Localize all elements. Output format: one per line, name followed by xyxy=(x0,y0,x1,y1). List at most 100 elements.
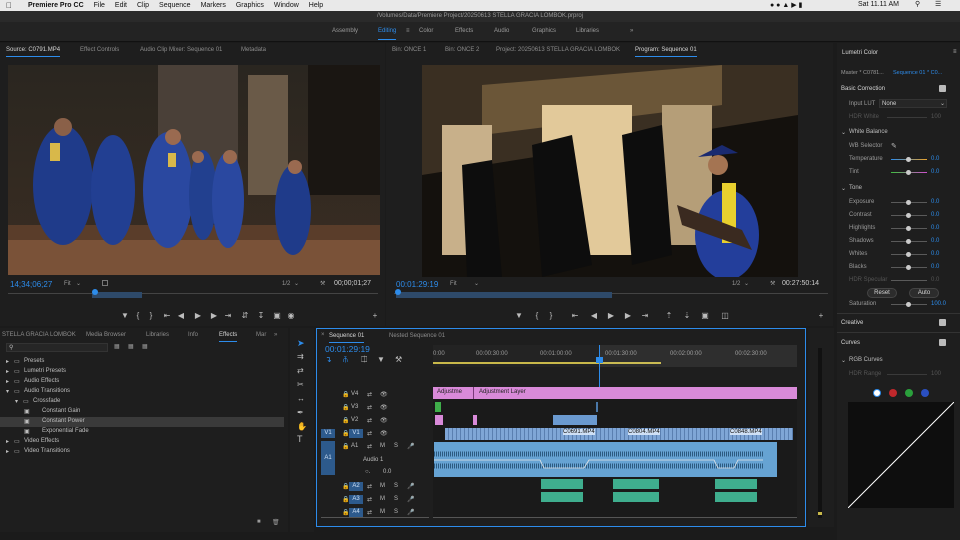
disclosure-triangle-icon[interactable]: ▸ xyxy=(6,378,9,385)
add-marker-icon[interactable]: ▼ xyxy=(377,355,385,364)
timeline-settings-icon[interactable]: ⚒ xyxy=(395,355,402,364)
selection-tool-icon[interactable]: ➤ xyxy=(297,338,305,349)
disclosure-triangle-icon[interactable]: ▸ xyxy=(6,448,9,455)
workspace-effects[interactable]: Effects xyxy=(455,28,473,34)
track-name-a4[interactable]: A4 xyxy=(349,508,363,517)
sync-icon[interactable]: ⇄ xyxy=(367,483,372,490)
tab-effect-controls[interactable]: Effect Controls xyxy=(80,47,119,53)
effects-tree-item[interactable]: ▣ Constant Power xyxy=(0,417,284,427)
solo-button[interactable]: S xyxy=(394,483,398,489)
type-tool-icon[interactable]: T xyxy=(297,434,303,444)
workspace-assembly[interactable]: Assembly xyxy=(332,28,358,34)
temperature-value[interactable]: 0.0 xyxy=(931,156,939,162)
clip-audio-1-end[interactable] xyxy=(763,442,777,477)
eye-icon[interactable]: 👁 xyxy=(380,391,388,398)
audio-value[interactable]: 0.0 xyxy=(383,469,391,475)
track-name-a1[interactable]: A1 xyxy=(351,443,358,449)
lock-icon[interactable]: 🔒 xyxy=(342,391,349,398)
effects-tree-item[interactable]: ▣ Constant Gain xyxy=(0,407,284,417)
source-mark-in-icon[interactable]: { xyxy=(133,311,143,320)
tone-slider[interactable] xyxy=(891,226,927,231)
clip-a2[interactable] xyxy=(613,479,659,489)
menu-help[interactable]: Help xyxy=(309,2,323,9)
source-camera-icon[interactable]: ◉ xyxy=(286,311,296,320)
tab-markers[interactable]: Mar xyxy=(256,332,266,338)
clip-adjustment-layer[interactable]: Adjustme Adjustment Layer xyxy=(433,387,797,399)
effect-icon[interactable]: ▣ xyxy=(24,408,30,415)
solo-button[interactable]: S xyxy=(394,496,398,502)
menubar-clock[interactable]: Sat 11.11 AM xyxy=(858,1,899,8)
tone-value[interactable]: 0.0 xyxy=(931,238,939,244)
temperature-knob[interactable] xyxy=(906,157,911,162)
section-creative[interactable]: Creative xyxy=(841,320,863,326)
effects-tree-item[interactable]: ▸ ▭ Video Effects xyxy=(0,437,284,447)
program-step-forward-icon[interactable]: ▶ xyxy=(623,311,633,320)
effects-tree-item[interactable]: ▸ ▭ Video Transitions xyxy=(0,447,284,457)
eye-icon[interactable]: 👁 xyxy=(380,417,388,424)
disclosure-triangle-icon[interactable]: ▸ xyxy=(6,438,9,445)
tab-sequence-01[interactable]: Sequence 01 xyxy=(329,333,365,343)
clip-label-c0848[interactable]: C0848.MP4 xyxy=(730,429,762,435)
clip-a2[interactable] xyxy=(541,479,583,489)
source-fit-chevron-icon[interactable]: ⌄ xyxy=(76,280,81,287)
tint-slider[interactable] xyxy=(891,170,927,175)
sync-icon[interactable]: ⇄ xyxy=(367,430,372,437)
tone-value[interactable]: 0.0 xyxy=(931,251,939,257)
keyframe-nav-icon[interactable]: ○. xyxy=(365,469,370,475)
rgb-curves-chevron-icon[interactable]: ⌄ xyxy=(841,357,846,364)
track-name-a2[interactable]: A2 xyxy=(349,482,363,491)
clip-a2[interactable] xyxy=(715,479,757,489)
source-mark-out-icon[interactable]: } xyxy=(146,311,156,320)
source-insert-icon[interactable]: ⇵ xyxy=(240,311,250,320)
tab-project[interactable]: Project: 20250613 STELLA GRACIA LOMBOK xyxy=(496,47,620,53)
mute-button[interactable]: M xyxy=(380,509,385,515)
disclosure-triangle-icon[interactable]: ▸ xyxy=(6,358,9,365)
program-fit-select[interactable]: Fit xyxy=(450,281,457,287)
editing-menu-icon[interactable]: ≡ xyxy=(406,28,410,34)
tone-slider[interactable] xyxy=(891,265,927,270)
eye-icon[interactable]: 👁 xyxy=(380,404,388,411)
clip-v3[interactable] xyxy=(596,402,598,412)
source-goto-in-icon[interactable]: ⇤ xyxy=(162,311,172,320)
program-step-back-icon[interactable]: ◀ xyxy=(589,311,599,320)
tint-value[interactable]: 0.0 xyxy=(931,169,939,175)
tint-knob[interactable] xyxy=(906,170,911,175)
menu-app[interactable]: Premiere Pro CC xyxy=(28,2,84,9)
source-step-forward-icon[interactable]: ▶ xyxy=(209,311,219,320)
clip-v2-adjust[interactable] xyxy=(435,415,443,425)
menu-clip[interactable]: Clip xyxy=(137,2,149,9)
status-icons[interactable]: ● ● ▲ ▶ ▮ xyxy=(770,1,802,9)
nest-toggle-icon[interactable]: ↴ xyxy=(325,355,332,364)
effect-icon[interactable]: ▣ xyxy=(24,418,30,425)
program-playhead[interactable] xyxy=(395,289,401,295)
timeline-lanes[interactable]: Adjustme Adjustment Layer C0691.MP4 C080… xyxy=(433,387,797,517)
tone-knob[interactable] xyxy=(906,265,911,270)
source-step-back-icon[interactable]: ◀ xyxy=(176,311,186,320)
tone-slider[interactable] xyxy=(891,252,927,257)
sync-icon[interactable]: ⇄ xyxy=(367,443,372,450)
lock-icon[interactable]: 🔒 xyxy=(342,417,349,424)
tone-knob[interactable] xyxy=(906,239,911,244)
source-export-frame-icon[interactable]: ▣ xyxy=(272,311,282,320)
mic-icon[interactable]: 🎤 xyxy=(407,496,414,503)
tone-knob[interactable] xyxy=(906,252,911,257)
tab-media-browser[interactable]: Media Browser xyxy=(86,332,126,338)
disclosure-triangle-icon[interactable]: ▸ xyxy=(6,368,9,375)
tab-metadata[interactable]: Metadata xyxy=(241,47,266,53)
section-tone[interactable]: Tone xyxy=(849,185,862,191)
menu-sequence[interactable]: Sequence xyxy=(159,2,191,9)
workspace-color[interactable]: Color xyxy=(419,28,433,34)
source-goto-out-icon[interactable]: ⇥ xyxy=(223,311,233,320)
clip-label-c0804[interactable]: C0804.MP4 xyxy=(628,429,660,435)
rgb-curves-label[interactable]: RGB Curves xyxy=(849,357,883,363)
workspace-editing[interactable]: Editing xyxy=(378,28,397,40)
mic-icon[interactable]: 🎤 xyxy=(407,483,414,490)
disclosure-triangle-icon[interactable]: ▾ xyxy=(6,388,9,395)
search-icon[interactable]: ⚲ xyxy=(915,0,920,8)
lumetri-menu-icon[interactable]: ≡ xyxy=(953,49,957,55)
program-in-out-range[interactable] xyxy=(396,292,612,298)
tone-value[interactable]: 0.0 xyxy=(931,199,939,205)
source-add-button-icon[interactable]: + xyxy=(370,311,380,320)
lumetri-sequence-clip[interactable]: Sequence 01 * C0... xyxy=(893,70,942,76)
solo-button[interactable]: S xyxy=(394,443,398,449)
